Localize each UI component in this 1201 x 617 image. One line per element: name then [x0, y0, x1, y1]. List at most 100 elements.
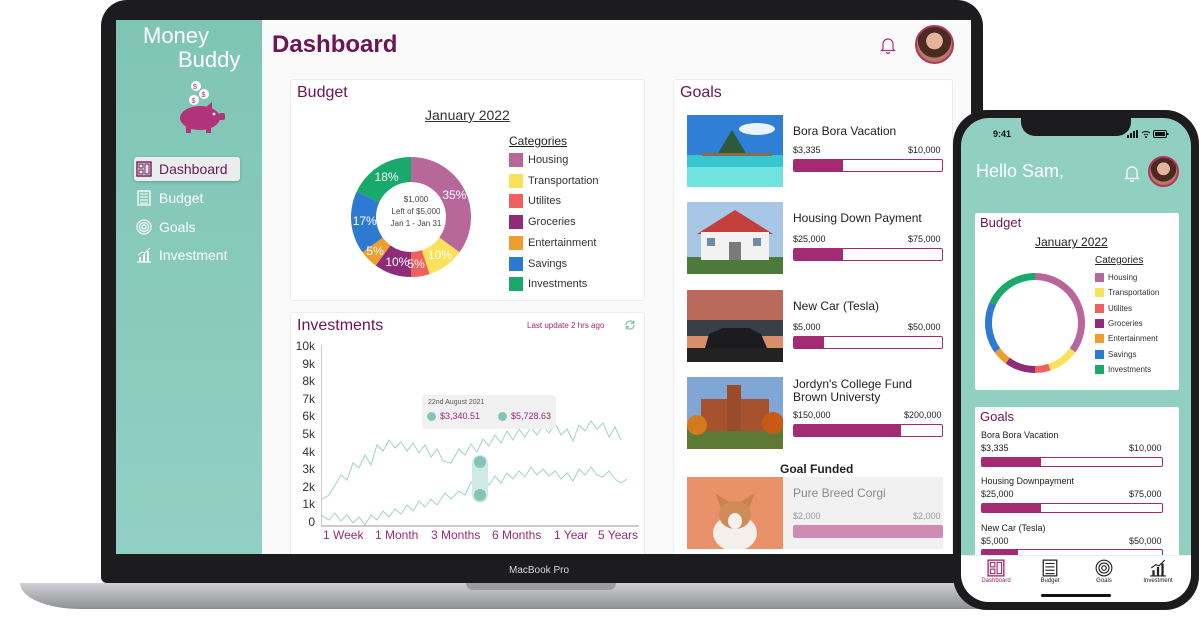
legend-item-groceries: Groceries	[1095, 318, 1143, 328]
greeting: Hello Sam,	[976, 161, 1065, 181]
donut-slice-utilites[interactable]	[1035, 363, 1051, 373]
y-tick-label: 8k	[302, 374, 315, 389]
y-tick-label: 0	[308, 515, 315, 529]
legend-title: Categories	[509, 134, 568, 148]
user-avatar[interactable]	[1148, 156, 1179, 187]
legend-label: Groceries	[1108, 318, 1143, 328]
sidebar-item-label: Goals	[159, 219, 196, 235]
goal-progress-bar	[793, 424, 943, 437]
legend-label: Transportation	[1108, 288, 1160, 298]
legend-item-investments: Investments	[1095, 364, 1152, 374]
goal-name: Bora Bora Vacation	[793, 124, 897, 138]
goal-target: $50,000	[908, 322, 941, 332]
notification-bell-icon[interactable]	[879, 36, 897, 54]
notification-bell-icon[interactable]	[1123, 164, 1141, 182]
x-tick-3-months[interactable]: 3 Months	[431, 528, 480, 542]
donut-slice-housing[interactable]	[1035, 273, 1085, 353]
budget-card: Budget January 2022 $1,000 Left of $5,00…	[290, 79, 645, 301]
sidebar-item-label: Budget	[159, 190, 204, 206]
tab-label: Budget	[1040, 578, 1060, 584]
goal-saved: $25,000	[981, 489, 1014, 499]
legend-label: Entertainment	[528, 236, 597, 249]
legend-swatch	[1095, 334, 1104, 344]
legend-label: Investments	[1108, 364, 1152, 374]
goal-image-car	[687, 290, 783, 362]
goal-progress-bar	[793, 159, 943, 172]
goal-progress-bar	[793, 248, 943, 261]
legend-item-transportation: Transportation	[509, 173, 599, 188]
legend-item-entertainment: Entertainment	[1095, 334, 1158, 344]
goal-target: $75,000	[908, 234, 941, 244]
x-tick-5-years[interactable]: 5 Years	[598, 528, 638, 542]
x-tick-1-month[interactable]: 1 Month	[375, 528, 418, 542]
investment-series-1	[321, 420, 622, 501]
donut-slice-transportation[interactable]	[1048, 348, 1076, 371]
donut-slice-groceries[interactable]	[1005, 357, 1035, 373]
donut-label-entertainment: 5%	[366, 243, 384, 258]
legend-swatch	[1095, 273, 1104, 282]
user-avatar[interactable]	[915, 25, 954, 64]
y-tick-label: 4k	[302, 444, 315, 459]
donut-label-housing: 35%	[442, 188, 467, 203]
tab-dashboard[interactable]: Dashboard	[973, 559, 1019, 584]
legend-label: Housing	[1108, 273, 1138, 282]
sidebar-item-dashboard[interactable]: Dashboard	[134, 157, 240, 181]
funded-goal-target: $2,000	[913, 511, 941, 521]
donut-label-investments: 18%	[374, 169, 399, 184]
goal-progress-bar	[793, 336, 943, 349]
svg-text:$: $	[202, 92, 206, 99]
legend-swatch	[1095, 303, 1104, 313]
goal-progress-fill	[794, 160, 843, 171]
donut-slice-savings[interactable]	[985, 301, 1001, 353]
logo-line2: Buddy	[178, 47, 241, 72]
laptop-notch	[466, 583, 616, 590]
legend-item-savings: Savings	[1095, 349, 1136, 359]
tab-budget[interactable]: Budget	[1027, 559, 1073, 584]
legend-swatch	[509, 235, 523, 250]
goal-progress-fill	[982, 504, 1042, 512]
goals-icon	[1095, 559, 1113, 577]
investments-title: Investments	[297, 317, 384, 334]
donut-slice-investments[interactable]	[989, 273, 1035, 305]
donut-label-savings: 17%	[352, 214, 377, 229]
funded-goal-progress-fill	[794, 526, 942, 537]
signal-icon	[1127, 130, 1138, 138]
sidebar-item-goals[interactable]: Goals	[134, 215, 240, 239]
goal-progress-bar	[981, 457, 1163, 467]
goal-target: $10,000	[1129, 443, 1162, 453]
y-tick-label: 6k	[302, 409, 315, 424]
legend-label: Groceries	[528, 216, 576, 229]
battery-icon	[1152, 130, 1169, 138]
goal-target: $75,000	[1129, 489, 1162, 499]
goal-name: Housing Downpayment	[981, 476, 1075, 486]
legend-item-savings: Savings	[509, 256, 567, 271]
goal-saved: $5,000	[793, 322, 821, 332]
x-tick-6-months[interactable]: 6 Months	[492, 528, 541, 542]
status-icons	[1127, 130, 1169, 140]
y-tick-label: 1k	[302, 497, 315, 512]
svg-text:$: $	[192, 98, 196, 105]
donut-label-transportation: 10%	[427, 248, 452, 263]
donut-label-groceries: 10%	[385, 255, 410, 270]
chart-tooltip: 22nd August 2021 $3,340.51 $5,728.63	[422, 395, 556, 429]
laptop-screen: Money Buddy $ $ $ Dashboard Budget Goals	[116, 20, 971, 554]
tab-investment[interactable]: Investment	[1135, 559, 1181, 584]
sidebar-item-investment[interactable]: Investment	[134, 243, 240, 267]
funded-goal-saved: $2,000	[793, 511, 821, 521]
phone-budget-month[interactable]: January 2022	[1035, 235, 1108, 249]
legend-label: Entertainment	[1108, 334, 1158, 344]
y-tick-label: 7k	[302, 391, 315, 406]
legend-item-transportation: Transportation	[1095, 288, 1160, 298]
x-tick-1-year[interactable]: 1 Year	[554, 528, 588, 542]
legend-item-entertainment: Entertainment	[509, 235, 597, 250]
legend-swatch	[509, 215, 523, 230]
phone-goals-card: Goals Bora Bora Vacation $3,335 $10,000 …	[975, 407, 1179, 557]
goal-target: $50,000	[1129, 536, 1162, 546]
sidebar-item-budget[interactable]: Budget	[134, 186, 240, 210]
refresh-icon[interactable]	[624, 319, 636, 331]
budget-month[interactable]: January 2022	[425, 107, 510, 123]
svg-text:$: $	[193, 84, 197, 91]
investments-card: Investments Last update 2 hrs ago 10k 9k 8…	[290, 312, 645, 554]
x-tick-1-week[interactable]: 1 Week	[323, 528, 363, 542]
tab-goals[interactable]: Goals	[1081, 559, 1127, 584]
